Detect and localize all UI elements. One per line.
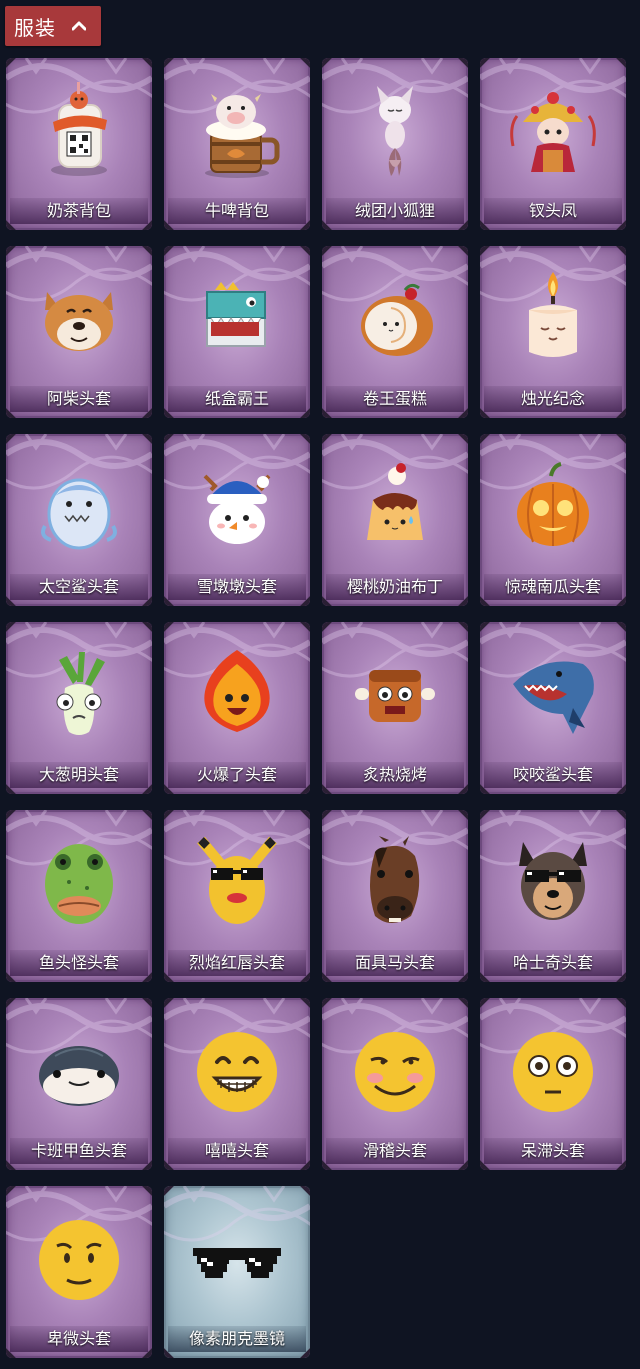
item-card[interactable]: 炙热烧烤 — [322, 622, 468, 794]
item-card[interactable]: 雪墩墩头套 — [164, 434, 310, 606]
item-name: 阿柴头套 — [10, 386, 148, 412]
item-card[interactable]: 奶茶背包 — [6, 58, 152, 230]
item-name: 奶茶背包 — [10, 198, 148, 224]
item-name: 卑微头套 — [10, 1326, 148, 1352]
snowman-icon — [203, 474, 271, 544]
shiba-mask-icon — [45, 292, 113, 351]
item-name: 钗头凤 — [484, 198, 622, 224]
item-card[interactable]: 呆滞头套 — [480, 998, 626, 1170]
item-name: 太空鲨头套 — [10, 574, 148, 600]
box-dino-icon — [206, 282, 266, 347]
item-name: 像素朋克墨镜 — [168, 1326, 306, 1352]
cow-beer-backpack-icon — [205, 94, 280, 178]
item-card[interactable]: 烛光纪念 — [480, 246, 626, 418]
chevron-up-icon — [70, 17, 88, 35]
section-header-outfit[interactable]: 服装 — [5, 6, 101, 46]
item-name: 呆滞头套 — [484, 1138, 622, 1164]
item-name: 纸盒霸王 — [168, 386, 306, 412]
item-card[interactable]: 火爆了头套 — [164, 622, 310, 794]
item-card[interactable]: 樱桃奶油布丁 — [322, 434, 468, 606]
pumpkin-icon — [517, 462, 589, 546]
item-card[interactable]: 卑微头套 — [6, 1186, 152, 1358]
stunned-emoji-icon — [513, 1032, 593, 1112]
item-card[interactable]: 牛啤背包 — [164, 58, 310, 230]
fish-head-icon — [45, 844, 113, 924]
item-card[interactable]: 太空鲨头套 — [6, 434, 152, 606]
item-name: 卡班甲鱼头套 — [10, 1138, 148, 1164]
grin-emoji-icon — [197, 1032, 277, 1112]
item-name: 牛啤背包 — [168, 198, 306, 224]
funny-emoji-icon — [355, 1032, 435, 1112]
item-card[interactable]: 卡班甲鱼头套 — [6, 998, 152, 1170]
item-name: 炙热烧烤 — [326, 762, 464, 788]
item-name: 樱桃奶油布丁 — [326, 574, 464, 600]
item-card[interactable]: 像素朋克墨镜 — [164, 1186, 310, 1358]
item-card[interactable]: 绒团小狐狸 — [322, 58, 468, 230]
phoenix-hairpin-icon — [510, 92, 596, 172]
item-name: 雪墩墩头套 — [168, 574, 306, 600]
fireball-icon — [204, 650, 270, 732]
item-card[interactable]: 鱼头怪头套 — [6, 810, 152, 982]
candle-icon — [529, 272, 577, 357]
item-name: 火爆了头套 — [168, 762, 306, 788]
horse-mask-icon — [370, 836, 420, 923]
fluffy-fox-icon — [377, 86, 413, 176]
scallion-icon — [56, 652, 105, 735]
milk-tea-backpack-icon — [51, 82, 107, 176]
item-name: 嘻嘻头套 — [168, 1138, 306, 1164]
item-card[interactable]: 面具马头套 — [322, 810, 468, 982]
item-card[interactable]: 烈焰红唇头套 — [164, 810, 310, 982]
item-card[interactable]: 阿柴头套 — [6, 246, 152, 418]
humble-emoji-icon — [39, 1220, 119, 1300]
item-card[interactable]: 哈士奇头套 — [480, 810, 626, 982]
item-name: 绒团小狐狸 — [326, 198, 464, 224]
item-name: 烛光纪念 — [484, 386, 622, 412]
item-card[interactable]: 纸盒霸王 — [164, 246, 310, 418]
item-name: 滑稽头套 — [326, 1138, 464, 1164]
item-name: 卷王蛋糕 — [326, 386, 464, 412]
husky-mask-icon — [519, 842, 587, 920]
turtle-mask-icon — [39, 1046, 119, 1106]
item-card[interactable]: 卷王蛋糕 — [322, 246, 468, 418]
biting-shark-icon — [513, 661, 594, 734]
space-shark-icon — [41, 478, 117, 550]
pixel-sunglasses-icon — [193, 1248, 281, 1278]
pudding-icon — [367, 463, 423, 540]
item-name: 咬咬鲨头套 — [484, 762, 622, 788]
item-name: 鱼头怪头套 — [10, 950, 148, 976]
roll-cake-icon — [361, 283, 433, 356]
item-card[interactable]: 滑稽头套 — [322, 998, 468, 1170]
bbq-meat-icon — [355, 670, 435, 722]
item-card[interactable]: 大葱明头套 — [6, 622, 152, 794]
item-name: 大葱明头套 — [10, 762, 148, 788]
item-name: 烈焰红唇头套 — [168, 950, 306, 976]
item-name: 惊魂南瓜头套 — [484, 574, 622, 600]
section-title: 服装 — [14, 15, 56, 40]
item-card[interactable]: 钗头凤 — [480, 58, 626, 230]
item-card[interactable]: 咬咬鲨头套 — [480, 622, 626, 794]
item-name: 哈士奇头套 — [484, 950, 622, 976]
item-card[interactable]: 嘻嘻头套 — [164, 998, 310, 1170]
item-card[interactable]: 惊魂南瓜头套 — [480, 434, 626, 606]
yellow-lips-mask-icon — [197, 836, 277, 924]
item-name: 面具马头套 — [326, 950, 464, 976]
